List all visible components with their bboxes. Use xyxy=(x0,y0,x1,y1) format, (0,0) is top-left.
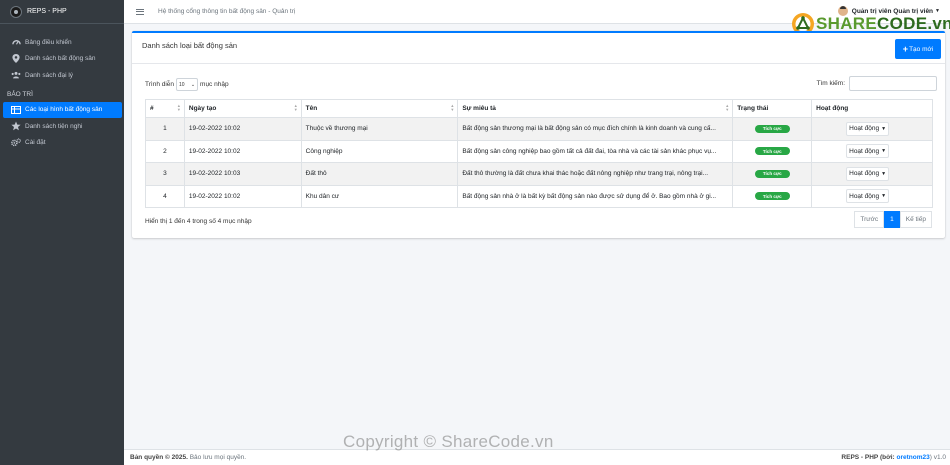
action-dropdown-button[interactable]: Hoạt động ▼ xyxy=(846,144,890,159)
property-types-table: # ▲ ▼ Ngày tạo ▲ ▼ Tên ▲ ▼ Sự miêu tả ▲ ▼ Trạng … xyxy=(145,99,933,208)
brand-name: REPS - PHP xyxy=(27,8,67,15)
row-action: Hoạt động ▼ xyxy=(811,184,933,208)
menu-toggle-icon[interactable] xyxy=(136,8,144,15)
sidebar-item-amenities[interactable]: Danh sách tiện nghi xyxy=(0,118,124,135)
row-name: Khu dân cư xyxy=(300,184,459,208)
column-header-date[interactable]: Ngày tạo ▲ ▼ xyxy=(183,99,302,118)
row-number: 1 xyxy=(145,117,185,141)
row-name: Công nghiệp xyxy=(300,139,459,163)
status-badge: Tích cực xyxy=(754,169,790,178)
footer-version: REPS - PHP (bởi: oretnom23) v1.0 xyxy=(841,454,946,461)
sidebar-item-label: Bảng điều khiển xyxy=(25,38,72,46)
sidebar-item-agents[interactable]: Danh sách đại lý xyxy=(0,67,124,84)
caret-down-icon: ▼ xyxy=(881,170,887,177)
row-date: 19-02-2022 10:03 xyxy=(183,162,302,186)
row-name: Đất thô xyxy=(300,162,459,186)
row-status: Tích cực xyxy=(732,117,813,141)
sort-icon: ▲ ▼ xyxy=(176,103,181,112)
sidebar-item-label: Cài đặt xyxy=(25,139,46,147)
sidebar-item-label: Danh sách bất động sản xyxy=(25,55,96,63)
table-icon xyxy=(11,105,21,115)
pagination-next[interactable]: Kế tiếp xyxy=(899,211,932,228)
row-number: 4 xyxy=(145,184,185,208)
card-header: Danh sách loại bất động sản + Tạo mới xyxy=(132,33,945,64)
row-status: Tích cực xyxy=(732,162,813,186)
row-date: 19-02-2022 10:02 xyxy=(183,117,302,141)
column-header-name[interactable]: Tên ▲ ▼ xyxy=(300,99,459,118)
sidebar-item-settings[interactable]: Cài đặt xyxy=(0,135,124,152)
pagination-prev[interactable]: Trước xyxy=(854,211,885,228)
table-row: 3 19-02-2022 10:03 Đất thô Đất thô thườn… xyxy=(145,162,933,186)
action-dropdown-button[interactable]: Hoạt động ▼ xyxy=(846,189,890,204)
row-number: 2 xyxy=(145,139,185,163)
column-header-action[interactable]: Hoạt động xyxy=(811,99,933,118)
sidebar: REPS - PHP Bảng điều khiển Danh sách bất… xyxy=(0,0,124,465)
table-row: 4 19-02-2022 10:02 Khu dân cư Bất động s… xyxy=(145,184,933,208)
star-icon xyxy=(11,121,21,131)
caret-down-icon: ▼ xyxy=(881,125,887,132)
status-badge: Tích cực xyxy=(754,192,790,201)
table-row: 2 19-02-2022 10:02 Công nghiệp Bất động … xyxy=(145,139,933,163)
search-input[interactable] xyxy=(849,76,937,91)
sidebar-item-label: Các loại hình bất động sản xyxy=(25,106,103,114)
table-row: 1 19-02-2022 10:02 Thuộc về thương mại B… xyxy=(145,117,933,141)
gears-icon xyxy=(11,138,21,148)
row-status: Tích cực xyxy=(732,184,813,208)
entries-length-select[interactable]: 10 ⌄ xyxy=(176,78,199,91)
brand-logo-icon xyxy=(10,5,22,18)
action-dropdown-button[interactable]: Hoạt động ▼ xyxy=(846,166,890,181)
sidebar-nav: Bảng điều khiển Danh sách bất động sản D… xyxy=(0,24,124,151)
sidebar-section-header: BẢO TRÌ xyxy=(7,90,33,98)
row-date: 19-02-2022 10:02 xyxy=(183,139,302,163)
table-header-row: # ▲ ▼ Ngày tạo ▲ ▼ Tên ▲ ▼ Sự miêu tả ▲ ▼ Trạng … xyxy=(145,99,933,118)
action-dropdown-button[interactable]: Hoạt động ▼ xyxy=(846,121,890,136)
row-date: 19-02-2022 10:02 xyxy=(183,184,302,208)
sort-icon: ▲ ▼ xyxy=(293,103,298,112)
row-action: Hoạt động ▼ xyxy=(811,162,933,186)
table-search: Tìm kiếm: xyxy=(816,76,937,91)
sidebar-item-properties[interactable]: Danh sách bất động sản xyxy=(0,51,124,68)
row-action: Hoạt động ▼ xyxy=(811,117,933,141)
status-badge: Tích cực xyxy=(754,147,790,156)
table-controls: Trình diễn 10 ⌄ mục nhập Tìm kiếm: xyxy=(145,76,937,94)
table-info: Hiển thị 1 đến 4 trong số 4 mục nhập xyxy=(145,218,252,225)
caret-down-icon: ▼ xyxy=(881,193,887,200)
row-name: Thuộc về thương mại xyxy=(300,117,459,141)
author-link[interactable]: oretnom23 xyxy=(897,454,930,461)
map-marker-icon xyxy=(11,54,21,64)
row-description: Bất động sản nhà ở là bất kỳ bất động sả… xyxy=(457,184,734,208)
column-header-description[interactable]: Sự miêu tả ▲ ▼ xyxy=(457,99,734,118)
row-status: Tích cực xyxy=(732,139,813,163)
caret-down-icon: ▼ xyxy=(881,148,887,155)
dashboard-icon xyxy=(11,37,21,47)
sort-icon: ▲ ▼ xyxy=(725,103,730,112)
property-types-card: Danh sách loại bất động sản + Tạo mới Tr… xyxy=(132,31,945,238)
chevron-down-icon: ⌄ xyxy=(190,81,196,88)
sidebar-item-property-types[interactable]: Các loại hình bất động sản xyxy=(3,101,122,118)
search-label: Tìm kiếm: xyxy=(816,80,845,87)
row-description: Bất động sản công nghiệp bao gồm tất cả … xyxy=(457,139,734,163)
pagination-page-1[interactable]: 1 xyxy=(884,211,900,228)
sidebar-item-dashboard[interactable]: Bảng điều khiển xyxy=(0,34,124,51)
brand[interactable]: REPS - PHP xyxy=(0,0,124,24)
column-header-number[interactable]: # ▲ ▼ xyxy=(145,99,185,118)
sidebar-item-label: Danh sách tiện nghi xyxy=(25,122,83,130)
column-header-status[interactable]: Trạng thái xyxy=(732,99,813,118)
row-description: Đất thô thường là đất chưa khai thác hoặ… xyxy=(457,162,734,186)
sort-icon: ▲ ▼ xyxy=(450,103,455,112)
footer-copyright: Bản quyền © 2025. Bảo lưu mọi quyền. xyxy=(130,454,247,461)
row-description: Bất động sản thương mại là bất động sản … xyxy=(457,117,734,141)
users-icon xyxy=(11,70,21,80)
status-badge: Tích cực xyxy=(754,124,790,133)
plus-icon: + xyxy=(902,44,909,54)
pagination: Trước 1 Kế tiếp xyxy=(854,211,932,228)
row-number: 3 xyxy=(145,162,185,186)
page-heading: Hệ thống cổng thông tin bất động sản - Q… xyxy=(158,8,296,15)
create-new-button[interactable]: + Tạo mới xyxy=(895,39,941,59)
entries-length: Trình diễn 10 ⌄ mục nhập xyxy=(145,78,229,91)
sidebar-item-label: Danh sách đại lý xyxy=(25,71,74,79)
card-title: Danh sách loại bất động sản xyxy=(142,41,238,50)
row-action: Hoạt động ▼ xyxy=(811,139,933,163)
copyright-watermark: Copyright © ShareCode.vn xyxy=(343,432,554,451)
